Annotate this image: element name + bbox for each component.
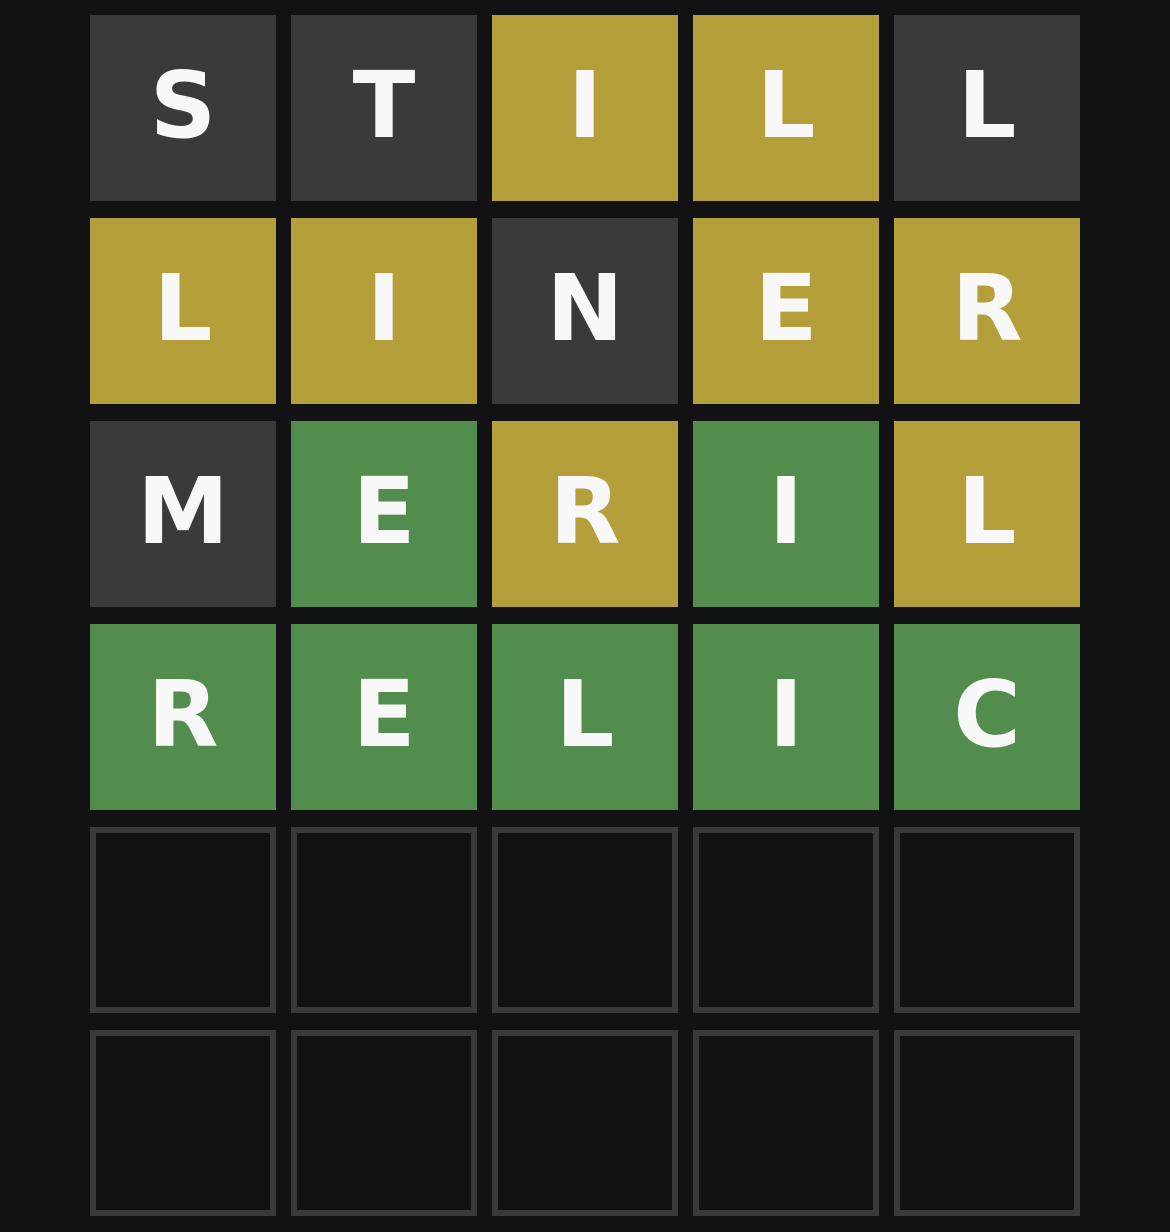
tile-letter: C: [953, 661, 1021, 768]
tile-r3-c4: I: [693, 421, 879, 607]
tile-r3-c1: M: [90, 421, 276, 607]
tile-r4-c1: R: [90, 624, 276, 810]
tile-letter: R: [951, 255, 1023, 362]
tile-letter: I: [366, 255, 402, 362]
tile-r4-c5: C: [894, 624, 1080, 810]
tile-letter: I: [567, 52, 603, 159]
tile-r5-c2: [291, 827, 477, 1013]
tile-r2-c1: L: [90, 218, 276, 404]
tile-letter: L: [957, 458, 1017, 565]
tile-r1-c2: T: [291, 15, 477, 201]
tile-r6-c4: [693, 1030, 879, 1216]
tile-letter: N: [546, 255, 624, 362]
tile-letter: L: [756, 52, 816, 159]
tile-r1-c1: S: [90, 15, 276, 201]
tile-letter: M: [137, 458, 229, 565]
tile-r6-c2: [291, 1030, 477, 1216]
tile-r6-c5: [894, 1030, 1080, 1216]
tile-letter: L: [555, 661, 615, 768]
tile-r4-c3: L: [492, 624, 678, 810]
tile-letter: T: [352, 52, 416, 159]
tile-r5-c1: [90, 827, 276, 1013]
tile-r1-c4: L: [693, 15, 879, 201]
tile-r2-c5: R: [894, 218, 1080, 404]
tile-r4-c4: I: [693, 624, 879, 810]
tile-r1-c3: I: [492, 15, 678, 201]
tile-r1-c5: L: [894, 15, 1080, 201]
tile-r5-c5: [894, 827, 1080, 1013]
tile-r3-c2: E: [291, 421, 477, 607]
tile-r2-c2: I: [291, 218, 477, 404]
tile-letter: I: [768, 458, 804, 565]
tile-letter: E: [352, 661, 416, 768]
tile-r5-c4: [693, 827, 879, 1013]
tile-r3-c3: R: [492, 421, 678, 607]
tile-letter: S: [149, 52, 217, 159]
tile-letter: I: [768, 661, 804, 768]
tile-letter: E: [754, 255, 818, 362]
tile-letter: R: [549, 458, 621, 565]
tile-r5-c3: [492, 827, 678, 1013]
tile-letter: R: [147, 661, 219, 768]
tile-r6-c3: [492, 1030, 678, 1216]
game-board: S T I L L L I N E R M E R I L R E L I C: [90, 15, 1080, 1216]
tile-letter: L: [153, 255, 213, 362]
tile-letter: E: [352, 458, 416, 565]
tile-r6-c1: [90, 1030, 276, 1216]
tile-r2-c4: E: [693, 218, 879, 404]
tile-r2-c3: N: [492, 218, 678, 404]
tile-r3-c5: L: [894, 421, 1080, 607]
tile-letter: L: [957, 52, 1017, 159]
tile-r4-c2: E: [291, 624, 477, 810]
